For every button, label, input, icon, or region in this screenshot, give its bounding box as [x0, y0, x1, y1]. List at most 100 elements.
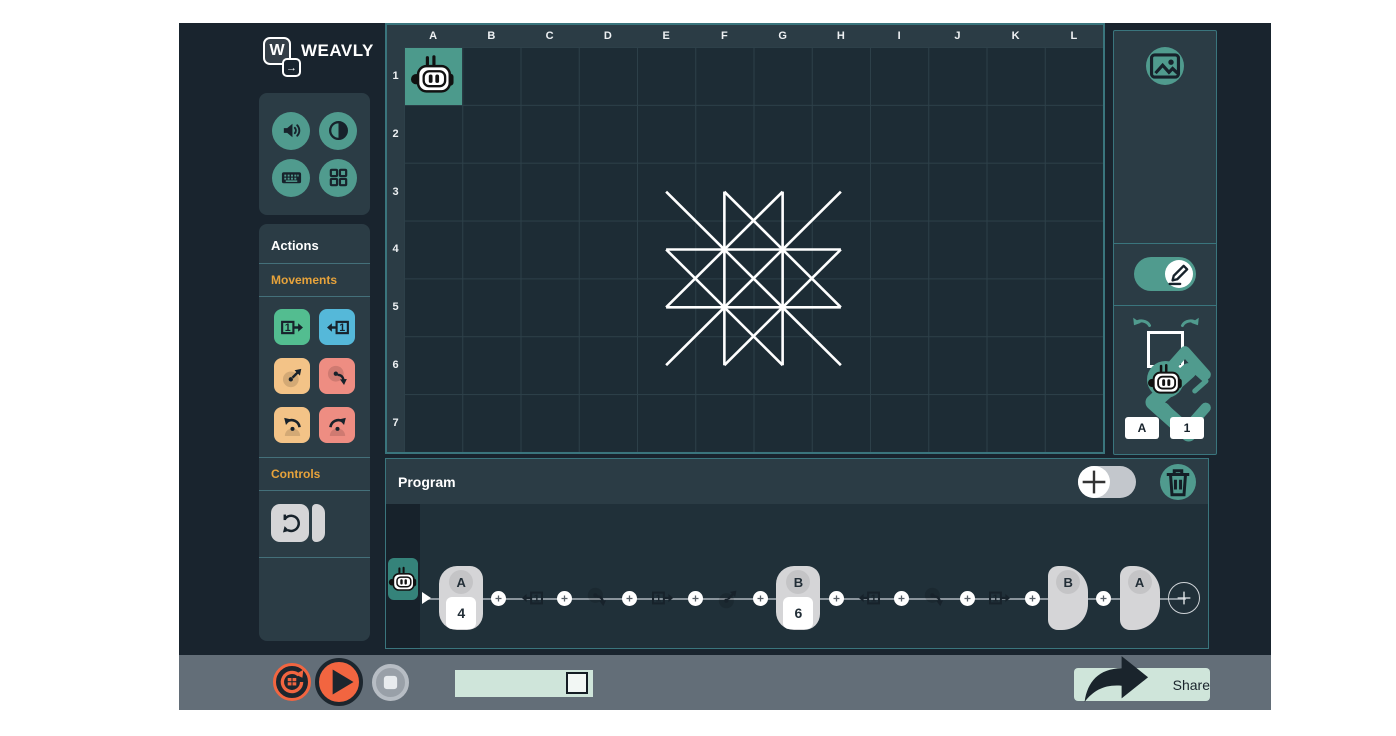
loop-label: B [1056, 570, 1080, 594]
palette-block-turn-left-90[interactable] [274, 407, 310, 443]
palette-block-turn-right-45[interactable] [319, 358, 355, 394]
column-label: B [462, 25, 520, 47]
playback-bar: Share [179, 655, 1271, 710]
add-node-toggle[interactable] [1078, 466, 1136, 498]
column-label: D [579, 25, 637, 47]
add-step-button[interactable] [1168, 582, 1200, 614]
share-label: Share [1173, 677, 1210, 693]
program-body: A411B611BA [386, 504, 1208, 648]
program-step-turn-left-45[interactable] [711, 581, 745, 615]
program-step-backward-1[interactable]: 1 [515, 581, 549, 615]
plus-icon [1099, 594, 1108, 603]
column-label: C [521, 25, 579, 47]
column-label: A [404, 25, 462, 47]
row-position-input[interactable]: 1 [1170, 417, 1204, 439]
character-controls-panel: A 1 [1113, 30, 1217, 455]
row-label: 2 [387, 105, 404, 163]
loop-icon [277, 510, 303, 536]
svg-text:1: 1 [284, 321, 290, 333]
insert-step-button[interactable] [753, 591, 768, 606]
insert-step-button[interactable] [557, 591, 572, 606]
insert-step-button[interactable] [829, 591, 844, 606]
audio-feedback-button[interactable] [272, 112, 310, 150]
trash-icon [1160, 464, 1196, 500]
share-icon [1074, 642, 1159, 710]
speed-slider[interactable] [455, 670, 593, 697]
column-label: L [1045, 25, 1103, 47]
program-step-forward-1[interactable]: 1 [646, 581, 680, 615]
program-title: Program [398, 474, 456, 490]
plus-icon [494, 594, 503, 603]
turn-right-45-icon [921, 585, 947, 611]
speed-slider-handle[interactable] [566, 672, 588, 694]
program-header: Program [386, 459, 1208, 504]
pen-icon [1165, 260, 1193, 288]
speed-fast-icon [600, 675, 900, 710]
stop-icon [376, 668, 405, 697]
program-loop-start-A[interactable]: A4 [439, 566, 483, 630]
stop-button[interactable] [372, 664, 409, 701]
insert-step-button[interactable] [1096, 591, 1111, 606]
insert-step-button[interactable] [894, 591, 909, 606]
program-loop-start-B[interactable]: B6 [776, 566, 820, 630]
row-label: 6 [387, 336, 404, 394]
loop-label: B [786, 570, 810, 594]
insert-step-button[interactable] [688, 591, 703, 606]
program-step-turn-right-45[interactable] [580, 581, 614, 615]
weavly-app: W → WEAVLY Actions Movements 1 1 Controls A… [179, 23, 1271, 710]
palette-section-label: Controls [259, 458, 370, 490]
contrast-icon [327, 119, 350, 142]
palette-block-loop[interactable] [259, 491, 370, 557]
share-button[interactable]: Share [1074, 668, 1210, 701]
program-track: A411B611BA [422, 564, 1200, 632]
plus-icon [625, 594, 634, 603]
plus-icon [756, 594, 765, 603]
row-label: 4 [387, 221, 404, 279]
brand-name: WEAVLY [301, 41, 374, 61]
turn-left-button[interactable] [1130, 314, 1154, 332]
weavly-logo[interactable]: W → WEAVLY [263, 37, 374, 67]
move-right-chevron[interactable] [1191, 366, 1211, 396]
refresh-scene-button[interactable] [273, 663, 311, 701]
program-start-caret [422, 592, 431, 604]
program-step-turn-right-45[interactable] [917, 581, 951, 615]
plus-icon [1028, 594, 1037, 603]
theme-options-button[interactable] [319, 159, 357, 197]
column-position-input[interactable]: A [1125, 417, 1159, 439]
pen-toggle[interactable] [1134, 257, 1196, 291]
column-label: K [987, 25, 1045, 47]
palette-block-backward-1[interactable]: 1 [319, 309, 355, 345]
high-contrast-button[interactable] [319, 112, 357, 150]
robot-icon [388, 566, 418, 593]
column-label: G [754, 25, 812, 47]
delete-program-button[interactable] [1160, 464, 1196, 500]
palette-block-turn-right-90[interactable] [319, 407, 355, 443]
refresh-icon [276, 666, 308, 698]
palette-section-label: Movements [259, 264, 370, 296]
palette-block-turn-left-45[interactable] [274, 358, 310, 394]
palette-block-forward-1[interactable]: 1 [274, 309, 310, 345]
insert-step-button[interactable] [1025, 591, 1040, 606]
turn-right-button[interactable] [1178, 314, 1202, 332]
accessibility-panel [259, 93, 370, 215]
insert-step-button[interactable] [622, 591, 637, 606]
robot-character [409, 54, 457, 96]
play-button[interactable] [315, 658, 363, 706]
keyboard-shortcuts-button[interactable] [272, 159, 310, 197]
loop-label: A [449, 570, 473, 594]
loop-iterations-input[interactable]: 6 [783, 597, 813, 629]
insert-step-button[interactable] [960, 591, 975, 606]
program-step-backward-1[interactable]: 1 [852, 581, 886, 615]
insert-step-button[interactable] [491, 591, 506, 606]
palette-title: Actions [259, 224, 370, 263]
keyboard-icon [280, 166, 303, 189]
plus-icon [1175, 589, 1193, 607]
row-label: 7 [387, 394, 404, 452]
scene-background-button[interactable] [1146, 47, 1184, 85]
program-step-forward-1[interactable]: 1 [983, 581, 1017, 615]
apps-icon [327, 166, 350, 189]
svg-text:1: 1 [992, 593, 998, 604]
loop-iterations-input[interactable]: 4 [446, 597, 476, 629]
program-loop-end-A[interactable]: A [1120, 566, 1160, 630]
program-loop-end-B[interactable]: B [1048, 566, 1088, 630]
